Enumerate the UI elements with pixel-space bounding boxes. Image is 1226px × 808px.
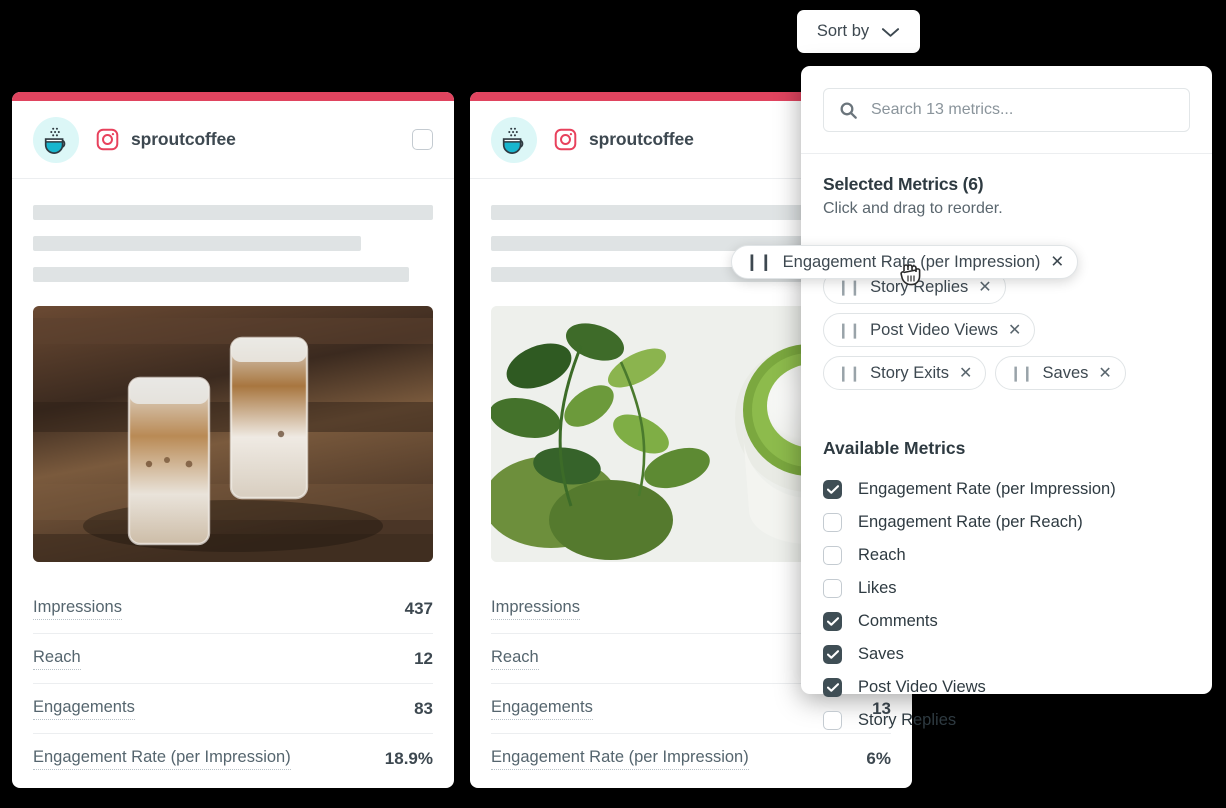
drag-handle-icon[interactable]: ❙❙ <box>837 321 861 339</box>
checkbox-checked[interactable] <box>823 645 842 664</box>
card-header: sproutcoffee <box>12 101 454 179</box>
dragging-chip-label: Engagement Rate (per Impression) <box>782 252 1041 271</box>
metric-label: Engagements <box>491 698 593 720</box>
checkbox-checked[interactable] <box>823 612 842 631</box>
coffee-cup-icon <box>44 127 66 154</box>
skeleton-line <box>33 205 433 220</box>
close-icon[interactable]: ✕ <box>978 277 991 297</box>
checkbox-unchecked[interactable] <box>823 579 842 598</box>
search-icon <box>840 102 857 119</box>
account-handle: sproutcoffee <box>131 129 236 149</box>
metric-option[interactable]: Story Replies <box>823 704 1190 737</box>
close-icon[interactable]: ✕ <box>1008 320 1021 340</box>
metric-row: Engagement Rate (per Impression) 18.9% <box>33 734 433 784</box>
metric-option[interactable]: Saves <box>823 638 1190 671</box>
metric-option[interactable]: Comments <box>823 605 1190 638</box>
metric-row: Engagement Rate (per Impression) 6% <box>491 734 891 784</box>
metric-chip[interactable]: ❙❙ Story Exits ✕ <box>823 356 987 390</box>
card-metrics-list: Impressions 437 Reach 12 Engagements 83 … <box>12 584 454 784</box>
search-section: Search 13 metrics... <box>801 66 1212 154</box>
selected-metrics-heading: Selected Metrics (6) <box>823 174 984 194</box>
metric-label: Reach <box>33 648 81 670</box>
post-card[interactable]: sproutcoffee <box>12 92 454 788</box>
metric-option[interactable]: Post Video Views <box>823 671 1190 704</box>
metric-label: Engagements <box>33 698 135 720</box>
drag-handle-icon[interactable]: ❙❙ <box>1009 364 1033 382</box>
close-icon[interactable]: ✕ <box>959 363 972 383</box>
metric-value: 437 <box>404 598 433 618</box>
chevron-down-icon <box>882 27 900 37</box>
check-icon <box>826 617 839 626</box>
metric-chip-label: Story Exits <box>870 363 949 382</box>
skeleton-line <box>33 236 361 251</box>
metric-chip[interactable]: ❙❙ Post Video Views ✕ <box>823 313 1036 347</box>
metric-option-label: Engagement Rate (per Impression) <box>858 480 1116 498</box>
metric-option[interactable]: Likes <box>823 572 1190 605</box>
checkbox-checked[interactable] <box>823 480 842 499</box>
metrics-picker-panel: Search 13 metrics... Selected Metrics (6… <box>801 66 1212 730</box>
metric-option-label: Story Replies <box>858 711 957 729</box>
dragging-metric-chip[interactable]: ❙❙ Engagement Rate (per Impression) ✕ <box>731 245 1079 279</box>
search-input[interactable]: Search 13 metrics... <box>871 101 1013 119</box>
app-stage: sproutcoffee Impressions 437 Reach 12 En… <box>0 0 1226 808</box>
close-icon[interactable]: ✕ <box>1050 252 1064 272</box>
search-box[interactable]: Search 13 metrics... <box>823 88 1190 132</box>
metric-label: Reach <box>491 648 539 670</box>
skeleton-line <box>33 267 409 282</box>
metric-label: Impressions <box>33 598 122 620</box>
metric-option-label: Likes <box>858 579 897 597</box>
available-metrics-list: Engagement Rate (per Impression) Engagem… <box>823 473 1190 737</box>
sort-by-button[interactable]: Sort by <box>797 10 920 53</box>
metric-option-label: Post Video Views <box>858 678 986 696</box>
selected-metrics-subtext: Click and drag to reorder. <box>823 200 1003 217</box>
metric-label: Impressions <box>491 598 580 620</box>
sort-by-label: Sort by <box>816 22 870 40</box>
check-icon <box>826 683 839 692</box>
metric-value: 6% <box>866 749 891 768</box>
post-image[interactable] <box>33 306 433 562</box>
drag-handle-icon[interactable]: ❙❙ <box>837 364 861 382</box>
card-select-checkbox[interactable] <box>412 129 433 150</box>
available-metrics-heading: Available Metrics <box>823 438 966 458</box>
drag-handle-icon[interactable]: ❙❙ <box>837 278 861 296</box>
metric-chip-label: Post Video Views <box>870 320 998 339</box>
metric-label: Engagement Rate (per Impression) <box>33 748 291 770</box>
metric-option-label: Comments <box>858 612 938 630</box>
metric-row: Impressions 437 <box>33 584 433 634</box>
metric-option[interactable]: Engagement Rate (per Impression) <box>823 473 1190 506</box>
instagram-icon <box>553 127 578 152</box>
instagram-icon <box>95 127 120 152</box>
avatar <box>491 116 537 163</box>
metric-value: 83 <box>414 698 433 718</box>
skeleton-text-block <box>12 179 454 298</box>
metric-option[interactable]: Engagement Rate (per Reach) <box>823 506 1190 539</box>
metric-row: Reach 12 <box>33 634 433 684</box>
metric-chip-label: Saves <box>1042 363 1089 382</box>
check-icon <box>826 485 839 494</box>
close-icon[interactable]: ✕ <box>1098 363 1111 383</box>
metric-option-label: Saves <box>858 645 904 663</box>
card-accent-bar <box>12 92 454 101</box>
metric-chip-label: Story Replies <box>870 277 969 296</box>
metric-label: Engagement Rate (per Impression) <box>491 748 749 770</box>
checkbox-unchecked[interactable] <box>823 513 842 532</box>
metric-row: Engagements 83 <box>33 684 433 734</box>
coffee-cup-icon <box>502 127 524 154</box>
drag-handle-icon[interactable]: ❙❙ <box>745 252 773 272</box>
checkbox-unchecked[interactable] <box>823 711 842 730</box>
checkbox-checked[interactable] <box>823 678 842 697</box>
metric-chip[interactable]: ❙❙ Saves ✕ <box>995 356 1126 390</box>
avatar <box>33 116 79 163</box>
check-icon <box>826 650 839 659</box>
selected-metric-chips: ❙❙ Story Replies ✕ ❙❙ Post Video Views ✕… <box>823 270 1190 390</box>
metric-value: 18.9% <box>384 749 433 768</box>
metric-value: 12 <box>414 648 433 668</box>
metric-option[interactable]: Reach <box>823 539 1190 572</box>
checkbox-unchecked[interactable] <box>823 546 842 565</box>
metric-option-label: Reach <box>858 546 906 564</box>
metric-option-label: Engagement Rate (per Reach) <box>858 513 1083 531</box>
account-handle: sproutcoffee <box>589 129 694 149</box>
panel-body: Selected Metrics (6) Click and drag to r… <box>801 154 1212 737</box>
